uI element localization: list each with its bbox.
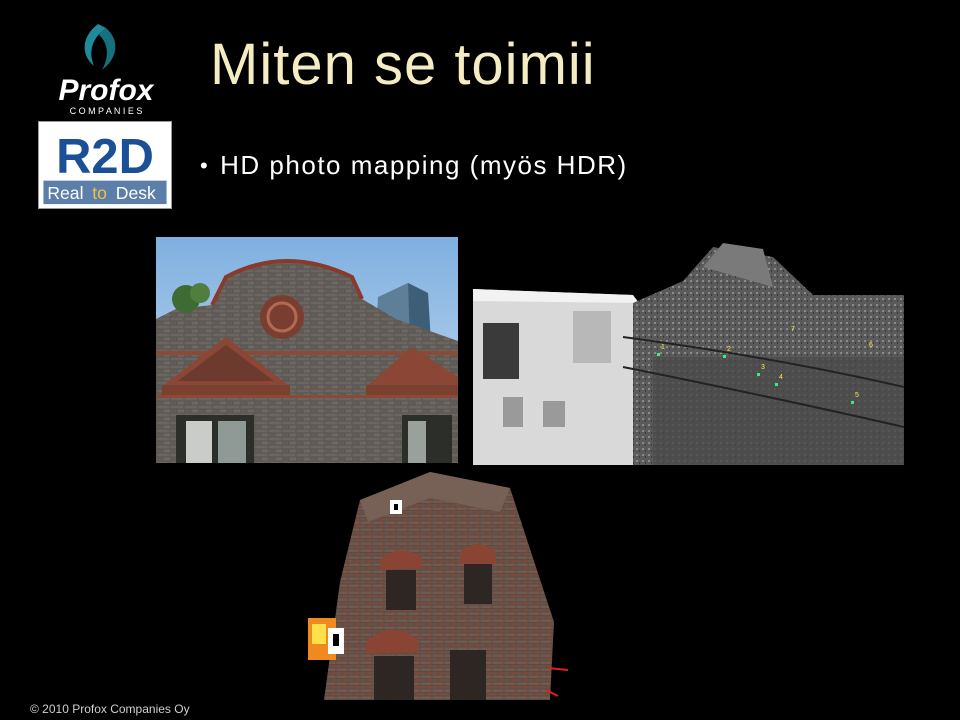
brick-facade-photo bbox=[156, 237, 458, 463]
bullet-item: • HD photo mapping (myös HDR) bbox=[200, 150, 628, 181]
scan-marker-1: 1 bbox=[661, 344, 665, 351]
bullet-dot-icon: • bbox=[200, 152, 208, 178]
slide-title: Miten se toimii bbox=[210, 32, 596, 97]
profox-logo: Profox C O M P A N I E S bbox=[58, 24, 155, 116]
scan-marker-2: 2 bbox=[727, 346, 731, 353]
scan-marker-3: 3 bbox=[761, 364, 765, 371]
scan-marker-5: 5 bbox=[855, 392, 859, 399]
slide: Profox C O M P A N I E S R2D Real to Des… bbox=[0, 0, 960, 720]
scan-marker-7: 7 bbox=[791, 326, 795, 333]
r2d-tagline-desk: Desk bbox=[116, 183, 156, 203]
textured-model-image bbox=[300, 472, 570, 700]
point-cloud-image: 1 2 3 4 5 6 7 bbox=[473, 237, 904, 465]
r2d-tagline-to: to bbox=[92, 183, 107, 203]
footer-copyright: © 2010 Profox Companies Oy bbox=[30, 702, 190, 716]
profox-wordmark: Profox bbox=[58, 74, 154, 107]
profox-subtitle: C O M P A N I E S bbox=[70, 106, 143, 116]
r2d-logo: R2D Real to Desk bbox=[38, 121, 172, 209]
r2d-mark: R2D bbox=[56, 130, 154, 184]
bullet-text: HD photo mapping (myös HDR) bbox=[220, 150, 628, 180]
scan-marker-4: 4 bbox=[779, 374, 783, 381]
scan-marker-6: 6 bbox=[869, 342, 873, 349]
svg-text:Real to Desk: Real to Desk bbox=[47, 183, 156, 203]
r2d-tagline-real: Real bbox=[47, 183, 83, 203]
